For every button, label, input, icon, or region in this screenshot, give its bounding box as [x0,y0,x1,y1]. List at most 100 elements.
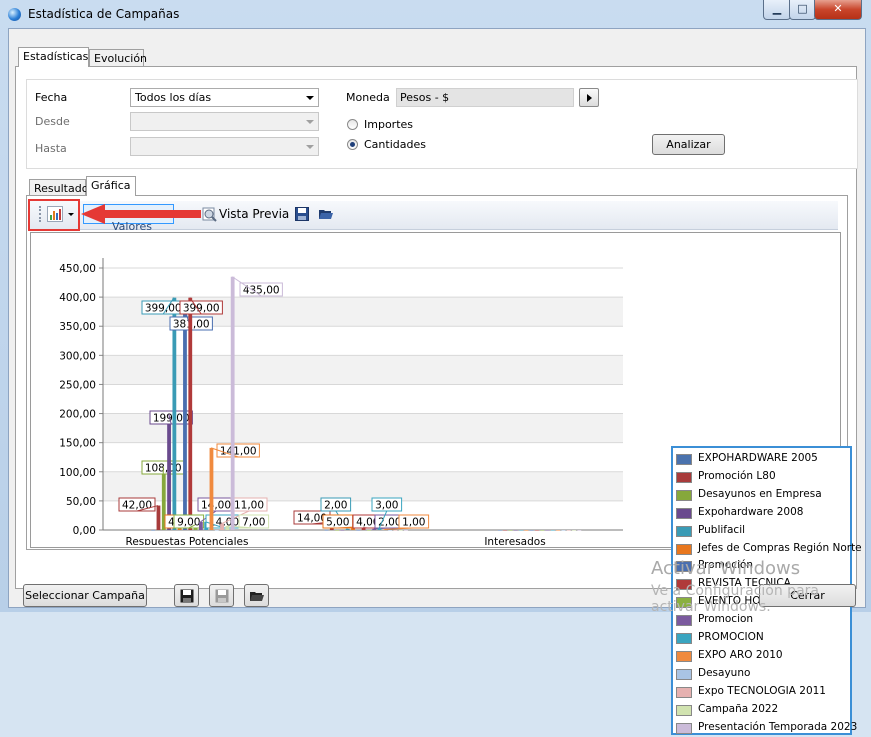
activation-watermark-title: Activar Windows [651,558,800,579]
bar [514,530,518,531]
y-tick-label: 250,00 [59,379,96,391]
save-icon[interactable] [295,207,309,221]
bar [367,530,371,531]
legend-swatch [676,633,692,644]
vista-previa-button[interactable]: Vista Previa [219,207,289,221]
bar [509,530,513,531]
cantidades-radio[interactable] [347,139,358,150]
legend-label: Publifacil [698,524,745,536]
data-label: 14,00 [201,500,231,512]
minimize-button[interactable]: ▁ [763,0,791,20]
bar [210,448,214,530]
legend-swatch [676,490,692,501]
bar [404,530,408,531]
bar [151,530,155,531]
y-tick-label: 200,00 [59,409,96,421]
importes-label: Importes [364,118,413,131]
y-tick-label: 350,00 [59,321,96,333]
bar [546,530,550,531]
data-label: 42,00 [122,500,152,512]
preview-icon [201,206,217,222]
data-label: 1,00 [402,517,425,529]
activation-watermark-subtitle: Ve a Configuración para activar Windows. [651,583,871,615]
close-window-button[interactable]: ✕ [814,0,862,20]
chevron-down-icon [306,96,314,100]
open-button[interactable] [244,584,269,607]
moneda-field[interactable]: Pesos - $ [396,88,574,107]
data-label: 141,00 [220,446,257,458]
bar [519,530,523,531]
desde-dropdown[interactable] [130,112,319,131]
data-label: 399,00 [183,303,220,315]
moneda-value: Pesos - $ [400,91,449,104]
save-icon [180,589,194,603]
hasta-label: Hasta [35,142,67,155]
legend-label: Campaña 2022 [698,703,778,715]
analizar-button[interactable]: Analizar [652,134,725,155]
bar-chart: 0,0050,00100,00150,00200,00250,00300,003… [31,233,651,545]
x-tick-label: Interesados [484,536,545,545]
y-tick-label: 0,00 [73,525,96,537]
legend-swatch [676,651,692,662]
bar [346,529,350,530]
data-label: 11,00 [234,500,264,512]
save-button[interactable] [174,584,199,607]
save-icon [215,589,229,603]
data-label: 7,00 [242,517,265,529]
open-folder-icon[interactable] [318,207,334,221]
moneda-label: Moneda [346,91,390,104]
maximize-button[interactable]: □ [789,0,816,20]
bar [562,530,566,531]
tab-grafica[interactable]: Gráfica [86,176,136,196]
legend-swatch [676,669,692,680]
bar [567,530,571,531]
y-tick-label: 300,00 [59,350,96,362]
chevron-down-icon [306,145,314,149]
client-area: Estadísticas Evolución Fecha Todos los d… [8,28,866,608]
legend-label: EXPO ARO 2010 [698,649,783,661]
legend-swatch [676,705,692,716]
tab-evolucion[interactable]: Evolución [89,49,144,67]
bar [356,530,360,531]
data-label: 3,00 [375,500,398,512]
bar [530,530,534,531]
bar [199,522,203,530]
legend-swatch [676,508,692,519]
bar [335,530,339,531]
bar [325,530,329,531]
seleccionar-campana-button[interactable]: Seleccionar Campaña [23,584,147,607]
plot-band [103,355,623,384]
y-tick-label: 100,00 [59,467,96,479]
bar [220,524,224,530]
legend-swatch [676,454,692,465]
y-tick-label: 50,00 [66,496,96,508]
legend-label: Jefes de Compras Región Norte [698,542,862,554]
close-icon: ✕ [815,2,861,15]
y-tick-label: 450,00 [59,263,96,275]
legend-label: Expo TECNOLOGIA 2011 [698,685,826,697]
save-as-button[interactable] [209,584,234,607]
data-label: 399,00 [145,303,182,315]
chevron-down-icon [306,120,314,124]
moneda-select-button[interactable] [579,88,599,107]
bar [188,298,192,530]
tab-estadisticas[interactable]: Estadísticas [18,47,89,67]
data-label: 5,00 [326,517,349,529]
window-title: Estadística de Campañas [28,7,179,21]
bar [167,414,171,530]
importes-radio[interactable] [347,119,358,130]
bar [394,530,398,531]
hasta-dropdown[interactable] [130,137,319,156]
bar [157,506,161,530]
bar [498,530,502,531]
legend-swatch [676,723,692,734]
legend-label: Expohardware 2008 [698,506,803,518]
fecha-value: Todos los días [135,91,211,104]
red-arrow-annotation [79,202,203,226]
bar [341,530,345,531]
legend-swatch [676,544,692,555]
fecha-dropdown[interactable]: Todos los días [130,88,319,107]
maximize-icon: □ [790,2,815,15]
data-label: 9,00 [177,517,200,529]
legend-label: Desayuno [698,667,750,679]
